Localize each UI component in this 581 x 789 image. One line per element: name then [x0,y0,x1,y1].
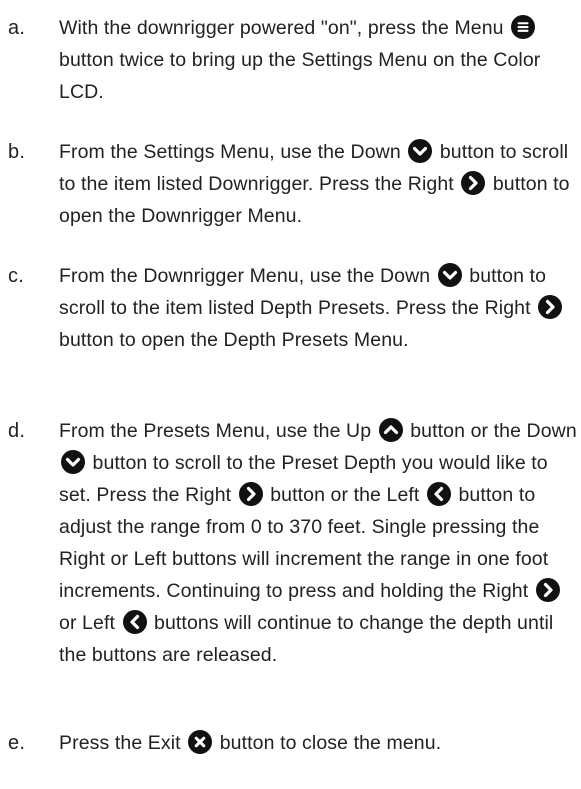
chevron-down-icon [61,450,85,474]
list-marker: e. [8,732,26,754]
instruction-list: a. With the downrigger powered "on", pres… [0,0,581,789]
step-text: From the Settings Menu, use the Down but… [59,136,581,232]
step-text-segment: From the Downrigger Menu, use the Down [59,265,436,287]
step-text: With the downrigger powered "on", press … [59,12,581,108]
list-marker: b. [8,141,26,163]
step-text: Press the Exit button to close the menu. [59,727,581,759]
list-marker: a. [8,17,26,39]
chevron-right-icon [538,295,563,319]
step-text-segment: From the Settings Menu, use the Down [59,141,407,163]
step-text-segment: button to close the menu. [214,732,442,754]
step-text-segment: button or the Down [404,420,577,442]
step-text-segment: Press the Exit [59,732,187,754]
step-text: From the Downrigger Menu, use the Down b… [59,260,581,356]
chevron-down-icon [408,139,433,163]
chevron-up-icon [378,418,403,442]
close-icon [188,730,213,754]
chevron-right-icon [461,171,486,195]
chevron-left-icon [426,482,451,506]
step-text-segment: From the Presets Menu, use the Up [59,420,377,442]
chevron-down-icon [437,263,462,287]
menu-icon [511,15,536,39]
step-text: From the Presets Menu, use the Up button… [59,415,581,671]
step-text-segment: or Left [59,612,121,634]
list-marker: d. [8,420,26,442]
step-text-segment: With the downrigger powered "on", press … [59,17,510,39]
step-text-segment: button or the Left [264,484,425,506]
step-text-segment: button to open the Depth Presets Menu. [59,329,409,351]
step-text-segment: button twice to bring up the Settings Me… [59,49,541,103]
chevron-left-icon [122,610,147,634]
chevron-right-icon [535,578,560,602]
list-marker: c. [8,265,24,287]
chevron-right-icon [238,482,263,506]
